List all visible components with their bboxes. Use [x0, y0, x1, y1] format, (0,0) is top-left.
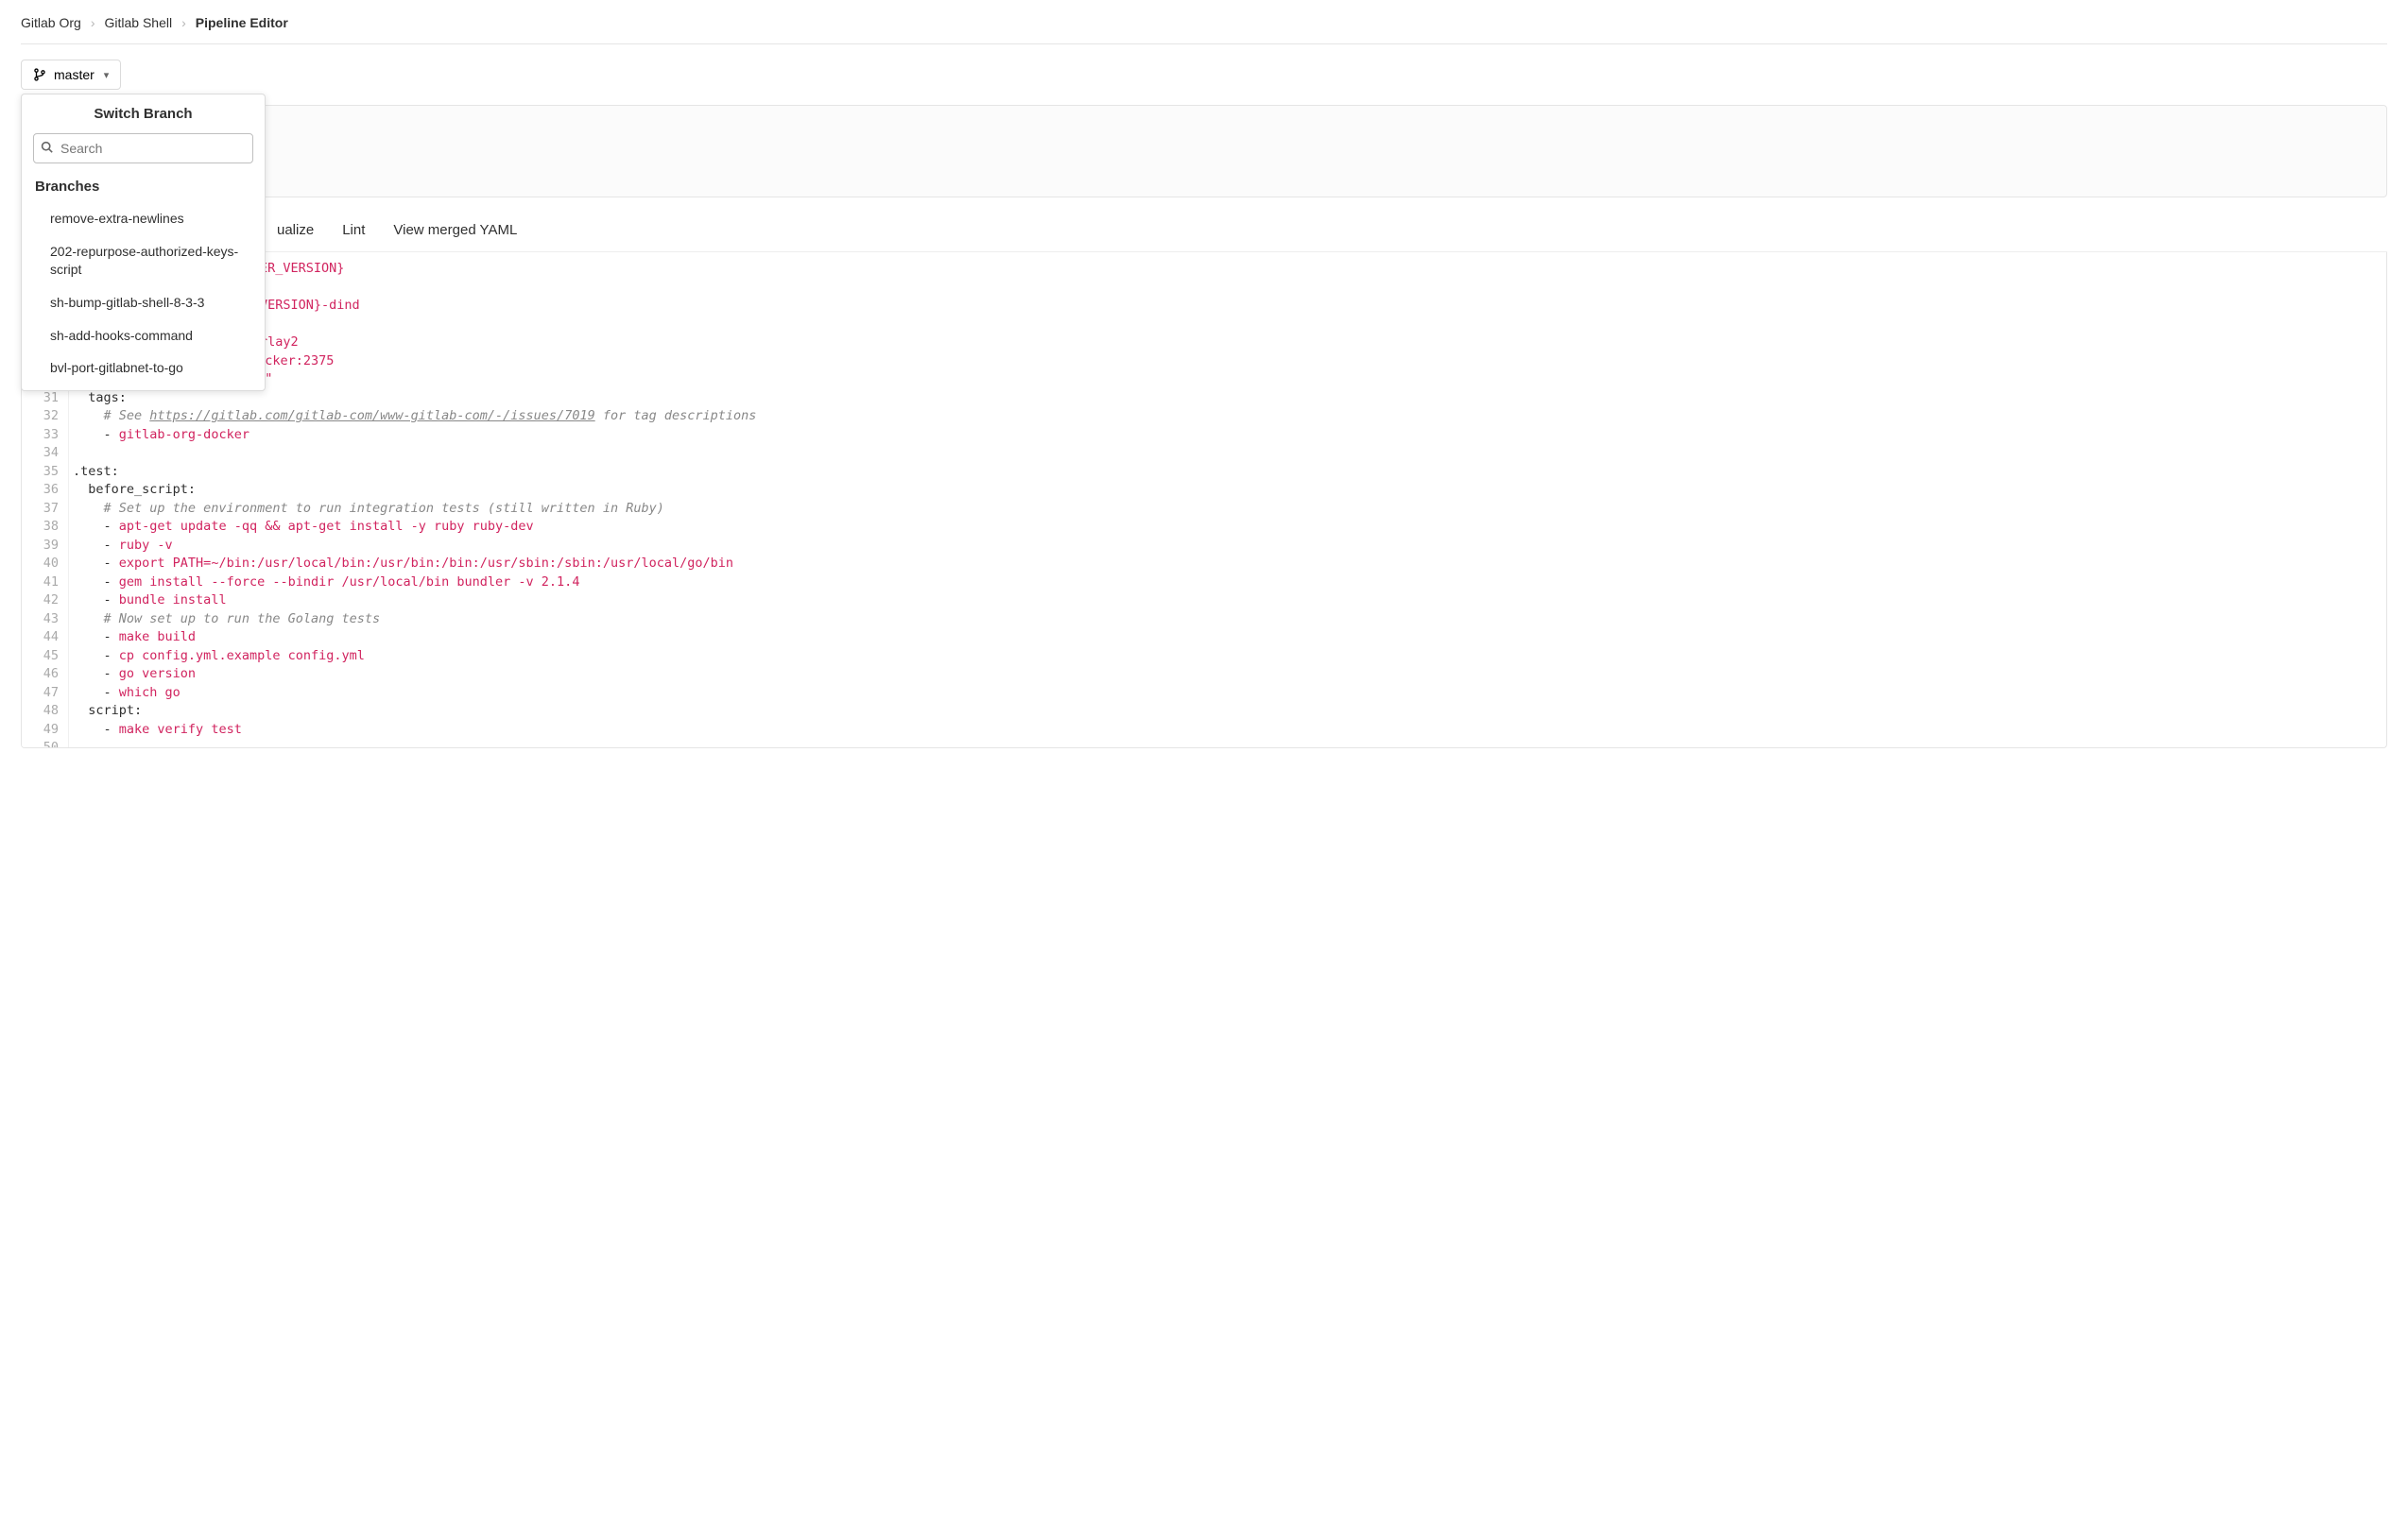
breadcrumb-current: Pipeline Editor — [196, 15, 288, 30]
tab-visualize[interactable]: ualize — [275, 213, 316, 251]
branch-dropdown: Switch Branch Branches remove-extra-newl… — [21, 94, 266, 391]
branch-item[interactable]: 202-repurpose-authorized-keys-script — [22, 235, 265, 286]
branch-selector-button[interactable]: master ▾ — [21, 60, 121, 90]
tab-lint[interactable]: Lint — [340, 213, 367, 251]
branch-item[interactable]: bvl-port-gitlabnet-to-go — [22, 351, 265, 385]
breadcrumb-link-project[interactable]: Gitlab Shell — [104, 15, 172, 30]
chevron-right-icon: › — [91, 15, 95, 30]
editor-code[interactable]: ER_VERSION}VERSION}-dindrlay2 DOCKER_HOS… — [69, 252, 2386, 747]
branch-icon — [33, 68, 46, 81]
chevron-right-icon: › — [181, 15, 186, 30]
branch-selector-label: master — [54, 67, 95, 82]
branch-section-title: Branches — [22, 173, 265, 202]
branch-item[interactable]: remove-extra-newlines — [22, 202, 265, 235]
editor-tabs: ualize Lint View merged YAML — [21, 209, 2387, 252]
branch-search-input[interactable] — [33, 133, 253, 163]
branch-dropdown-title: Switch Branch — [22, 94, 265, 133]
code-editor[interactable]: 2425262728293031323334353637383940414243… — [21, 252, 2387, 748]
tab-view-merged-yaml[interactable]: View merged YAML — [391, 213, 519, 251]
info-panel: fd alid. Learn more — [21, 105, 2387, 197]
breadcrumb: Gitlab Org › Gitlab Shell › Pipeline Edi… — [21, 15, 2387, 44]
search-icon — [41, 141, 53, 156]
chevron-down-icon: ▾ — [104, 69, 110, 81]
breadcrumb-link-org[interactable]: Gitlab Org — [21, 15, 81, 30]
branch-item[interactable]: sh-add-hooks-command — [22, 319, 265, 352]
branch-item[interactable]: sh-bump-gitlab-shell-8-3-3 — [22, 286, 265, 319]
